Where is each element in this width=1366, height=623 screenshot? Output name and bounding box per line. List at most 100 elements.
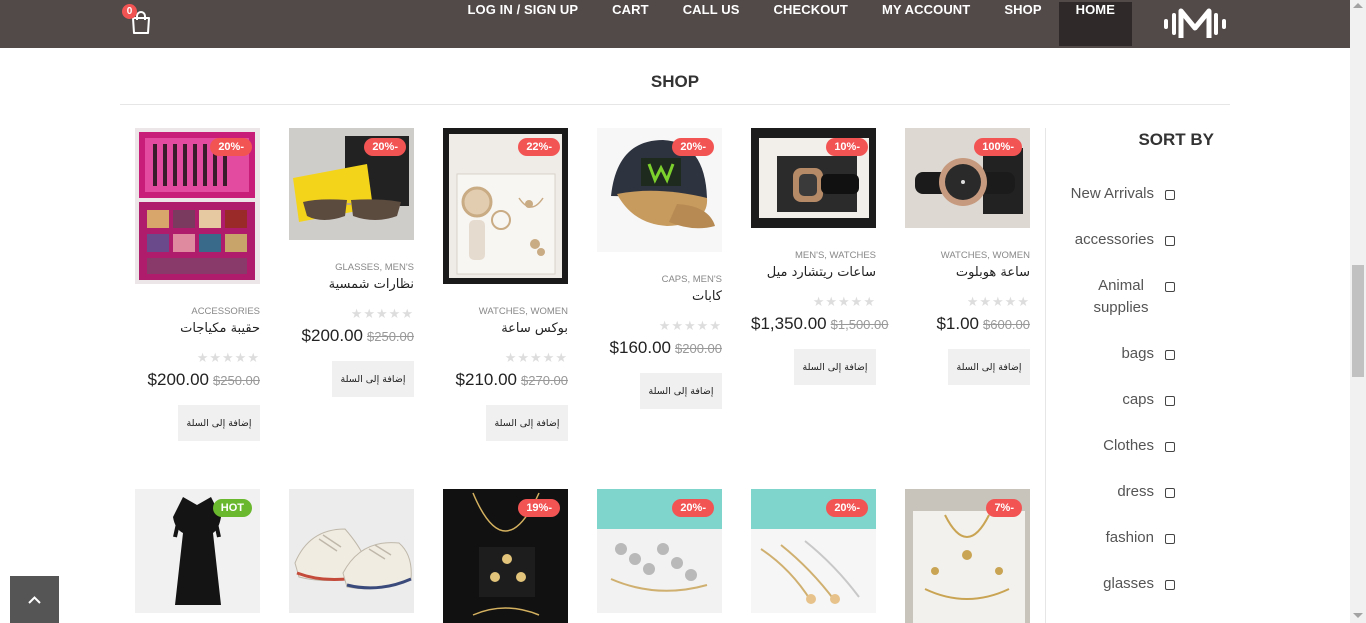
product-image[interactable]: 19%- — [443, 489, 568, 623]
discount-badge: 20%- — [672, 499, 714, 517]
old-price: $200.00 — [675, 341, 722, 356]
nav-login-signup[interactable]: LOG IN / SIGN UP — [451, 2, 596, 46]
filter-checkbox[interactable] — [1165, 534, 1175, 544]
product-name[interactable]: بوكس ساعة — [443, 321, 568, 336]
filter-glasses[interactable]: glasses — [1060, 573, 1175, 595]
filter-checkbox[interactable] — [1165, 236, 1175, 246]
product-name[interactable]: نظارات شمسية — [289, 277, 414, 292]
filter-checkbox[interactable] — [1165, 350, 1175, 360]
filter-label: accessories — [1074, 231, 1154, 248]
product-card: 22%- WATCHES, WOMEN بوكس ساعة ★★★★★ $210… — [443, 128, 568, 441]
product-card: 10%- MEN'S, WATCHES ساعات ريتشارد ميل ★★… — [751, 128, 888, 385]
back-to-top-button[interactable] — [10, 576, 59, 623]
product-categories[interactable]: ACCESSORIES — [135, 306, 260, 317]
filter-fashion[interactable]: fashion — [1060, 527, 1175, 549]
filter-label: caps — [1122, 391, 1154, 408]
old-price: $600.00 — [983, 317, 1030, 332]
product-card: 19%- — [443, 489, 568, 623]
product-price: $160.00 $200.00 — [597, 338, 722, 358]
rating-stars: ★★★★★ — [504, 350, 568, 365]
filter-label: glasses — [1103, 575, 1154, 592]
product-card: 20%- ACCESSORIES حقيبة مكياجات ★★★★★ $20… — [135, 128, 260, 441]
site-logo[interactable] — [1162, 6, 1228, 42]
product-name[interactable]: حقيبة مكياجات — [135, 321, 260, 336]
rating-stars: ★★★★★ — [812, 294, 876, 309]
sneakers-icon — [294, 528, 412, 590]
add-to-cart-button[interactable]: إضافة إلى السلة — [794, 349, 876, 385]
cart-count-badge: 0 — [122, 4, 137, 19]
product-name[interactable]: ساعة هوبلوت — [905, 265, 1030, 280]
product-price: $210.00 $270.00 — [443, 370, 568, 390]
main-nav: LOG IN / SIGN UP CART CALL US CHECKOUT M… — [451, 2, 1132, 46]
product-image[interactable]: 20%- — [751, 489, 876, 613]
product-image[interactable]: 20%- — [135, 128, 260, 284]
product-image[interactable]: 20%- — [597, 128, 722, 252]
nav-my-account[interactable]: MY ACCOUNT — [865, 2, 987, 46]
product-image[interactable]: 20%- — [289, 128, 414, 240]
filter-bags[interactable]: bags — [1060, 343, 1175, 365]
discount-badge: 7%- — [986, 499, 1022, 517]
current-price: $200.00 — [147, 370, 209, 389]
scroll-down-arrow-icon[interactable] — [1353, 613, 1363, 618]
scrollbar-thumb[interactable] — [1352, 265, 1364, 377]
discount-badge: 20%- — [672, 138, 714, 156]
product-image[interactable]: 22%- — [443, 128, 568, 284]
filter-new-arrivals[interactable]: New Arrivals — [1060, 183, 1175, 205]
filter-label: Animal supplies — [1093, 277, 1149, 316]
nav-call-us[interactable]: CALL US — [666, 2, 757, 46]
filter-label: New Arrivals — [1070, 185, 1154, 202]
add-to-cart-button[interactable]: إضافة إلى السلة — [486, 405, 568, 441]
nav-home[interactable]: HOME — [1058, 2, 1132, 46]
rating-stars: ★★★★★ — [658, 318, 722, 333]
add-to-cart-button[interactable]: إضافة إلى السلة — [332, 361, 414, 397]
filter-checkbox[interactable] — [1165, 442, 1175, 452]
add-to-cart-button[interactable]: إضافة إلى السلة — [178, 405, 260, 441]
hot-badge: HOT — [212, 499, 252, 517]
filter-accessories[interactable]: accessories — [1060, 229, 1175, 251]
product-image[interactable]: 7%- — [905, 489, 1030, 623]
filter-checkbox[interactable] — [1165, 396, 1175, 406]
add-to-cart-button[interactable]: إضافة إلى السلة — [948, 349, 1030, 385]
filter-label: fashion — [1105, 529, 1154, 546]
product-categories[interactable]: MEN'S, WATCHES — [751, 250, 876, 261]
filter-label: Clothes — [1103, 437, 1154, 454]
rating-stars: ★★★★★ — [350, 306, 414, 321]
product-price: $1,350.00 $1,500.00 — [751, 314, 888, 334]
current-price: $200.00 — [301, 326, 363, 345]
filter-checkbox[interactable] — [1165, 282, 1175, 292]
product-categories[interactable]: GLASSES, MEN'S — [289, 262, 414, 273]
product-image[interactable]: HOT — [135, 489, 260, 613]
filter-animal-supplies[interactable]: Animal supplies — [1060, 275, 1175, 319]
product-categories[interactable]: CAPS, MEN'S — [597, 274, 722, 285]
product-image[interactable] — [289, 489, 414, 613]
rating-stars: ★★★★★ — [966, 294, 1030, 309]
filter-checkbox[interactable] — [1165, 580, 1175, 590]
product-card: HOT — [135, 489, 260, 613]
nav-checkout[interactable]: CHECKOUT — [756, 2, 864, 46]
product-image[interactable]: 20%- — [597, 489, 722, 613]
current-price: $1,350.00 — [751, 314, 827, 333]
title-divider — [120, 104, 1230, 105]
filter-checkbox[interactable] — [1165, 488, 1175, 498]
nav-cart[interactable]: CART — [595, 2, 666, 46]
product-image[interactable]: 100%- — [905, 128, 1030, 228]
product-categories[interactable]: WATCHES, WOMEN — [905, 250, 1030, 261]
product-card — [289, 489, 414, 613]
product-name[interactable]: ساعات ريتشارد ميل — [751, 265, 876, 280]
nav-shop[interactable]: SHOP — [987, 2, 1058, 46]
old-price: $270.00 — [521, 373, 568, 388]
product-name[interactable]: كابات — [597, 289, 722, 304]
filter-caps[interactable]: caps — [1060, 389, 1175, 411]
old-price: $250.00 — [367, 329, 414, 344]
product-categories[interactable]: WATCHES, WOMEN — [443, 306, 568, 317]
filter-checkbox[interactable] — [1165, 190, 1175, 200]
product-card: 20%- GLASSES, MEN'S نظارات شمسية ★★★★★ $… — [289, 128, 414, 397]
discount-badge: 10%- — [826, 138, 868, 156]
add-to-cart-button[interactable]: إضافة إلى السلة — [640, 373, 722, 409]
product-image[interactable]: 10%- — [751, 128, 876, 228]
product-card: 20%- — [751, 489, 876, 613]
filter-clothes[interactable]: Clothes — [1060, 435, 1175, 457]
product-price: $200.00 $250.00 — [289, 326, 414, 346]
scroll-up-arrow-icon[interactable] — [1353, 3, 1363, 8]
filter-dress[interactable]: dress — [1060, 481, 1175, 503]
